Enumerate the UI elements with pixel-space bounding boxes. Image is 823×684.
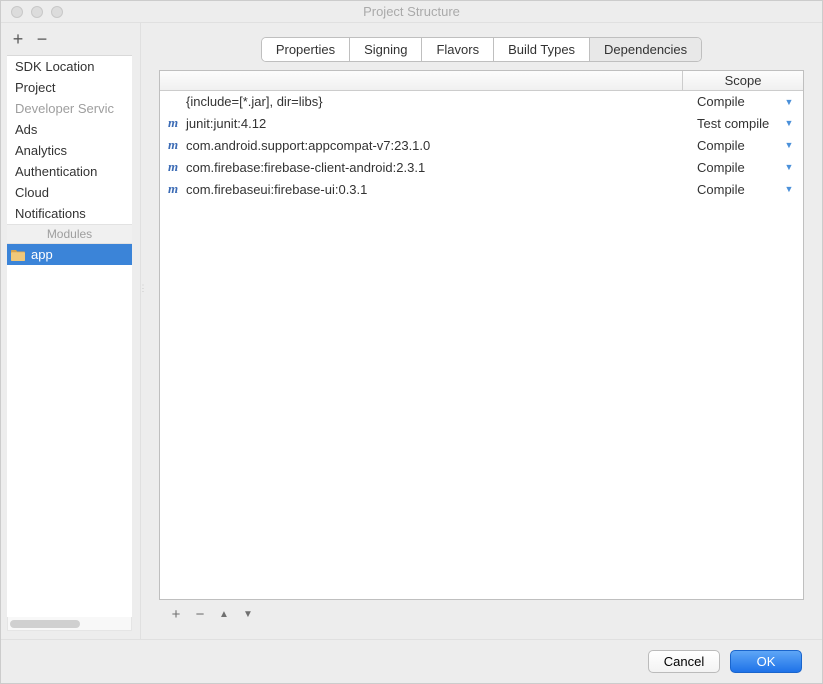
scope-dropdown-icon[interactable]: ▼: [781, 184, 797, 194]
splitter-grip[interactable]: ⋮: [140, 283, 146, 294]
maven-icon: m: [166, 137, 180, 153]
cancel-button[interactable]: Cancel: [648, 650, 720, 673]
sidebar-item-cloud[interactable]: Cloud: [7, 182, 132, 203]
scope-dropdown-icon[interactable]: ▼: [781, 162, 797, 172]
dependency-text: junit:junit:4.12: [186, 116, 266, 131]
table-row[interactable]: m com.android.support:appcompat-v7:23.1.…: [160, 134, 803, 156]
window-title: Project Structure: [1, 4, 822, 19]
scope-dropdown-icon[interactable]: ▼: [781, 140, 797, 150]
content-area: Properties Signing Flavors Build Types D…: [141, 23, 822, 639]
maven-icon: m: [166, 115, 180, 131]
dependencies-table: Scope {include=[*.jar], dir=libs} Compil…: [159, 70, 804, 600]
table-row[interactable]: m com.firebaseui:firebase-ui:0.3.1 Compi…: [160, 178, 803, 200]
move-up-button[interactable]: ▲: [217, 609, 231, 620]
th-scope[interactable]: Scope: [683, 71, 803, 90]
scope-dropdown-icon[interactable]: ▼: [781, 97, 797, 107]
scrollbar-thumb[interactable]: [10, 620, 80, 628]
project-structure-window: Project Structure + − SDK Location Proje…: [0, 0, 823, 684]
dependency-text: com.firebaseui:firebase-ui:0.3.1: [186, 182, 367, 197]
ok-button[interactable]: OK: [730, 650, 802, 673]
table-row[interactable]: m com.firebase:firebase-client-android:2…: [160, 156, 803, 178]
sidebar-toolbar: + −: [1, 23, 140, 55]
folder-icon: [11, 249, 25, 260]
sidebar-item-label: app: [31, 247, 53, 262]
deps-footer-toolbar: + − ▲ ▼: [159, 600, 804, 625]
remove-dep-button[interactable]: −: [193, 606, 207, 623]
dependency-text: {include=[*.jar], dir=libs}: [186, 94, 323, 109]
add-dep-button[interactable]: +: [169, 606, 183, 623]
tab-properties[interactable]: Properties: [262, 38, 350, 61]
maven-icon: m: [166, 181, 180, 197]
dependency-scope: Compile: [693, 138, 781, 153]
tab-build-types[interactable]: Build Types: [494, 38, 590, 61]
table-body: {include=[*.jar], dir=libs} Compile ▼ m …: [160, 91, 803, 599]
dialog-button-bar: Cancel OK: [1, 639, 822, 683]
table-row[interactable]: {include=[*.jar], dir=libs} Compile ▼: [160, 91, 803, 112]
sidebar-item-analytics[interactable]: Analytics: [7, 140, 132, 161]
tab-bar: Properties Signing Flavors Build Types D…: [159, 37, 804, 62]
maven-icon: m: [166, 159, 180, 175]
tab-signing[interactable]: Signing: [350, 38, 422, 61]
sidebar-item-sdk-location[interactable]: SDK Location: [7, 56, 132, 77]
titlebar: Project Structure: [1, 1, 822, 23]
dependency-scope: Compile: [693, 182, 781, 197]
sidebar-item-notifications[interactable]: Notifications: [7, 203, 132, 224]
dependency-text: com.firebase:firebase-client-android:2.3…: [186, 160, 425, 175]
sidebar-list: SDK Location Project Developer Servic Ad…: [7, 55, 132, 618]
tab-group: Properties Signing Flavors Build Types D…: [261, 37, 702, 62]
scope-dropdown-icon[interactable]: ▼: [781, 118, 797, 128]
tab-dependencies[interactable]: Dependencies: [590, 38, 701, 61]
table-row[interactable]: m junit:junit:4.12 Test compile ▼: [160, 112, 803, 134]
sidebar-item-project[interactable]: Project: [7, 77, 132, 98]
sidebar-heading-modules: Modules: [7, 224, 132, 244]
table-header: Scope: [160, 71, 803, 91]
sidebar-heading-developer-services: Developer Servic: [7, 98, 132, 119]
th-dependency[interactable]: [160, 71, 683, 90]
main-body: + − SDK Location Project Developer Servi…: [1, 23, 822, 639]
sidebar: + − SDK Location Project Developer Servi…: [1, 23, 141, 639]
dependency-scope: Compile: [693, 94, 781, 109]
dependency-text: com.android.support:appcompat-v7:23.1.0: [186, 138, 430, 153]
sidebar-horizontal-scrollbar[interactable]: [7, 617, 132, 631]
add-module-button[interactable]: +: [11, 32, 25, 46]
sidebar-item-ads[interactable]: Ads: [7, 119, 132, 140]
tab-flavors[interactable]: Flavors: [422, 38, 494, 61]
move-down-button[interactable]: ▼: [241, 609, 255, 620]
dependency-scope: Test compile: [693, 116, 781, 131]
dependency-scope: Compile: [693, 160, 781, 175]
sidebar-item-app[interactable]: app: [7, 244, 132, 265]
remove-module-button[interactable]: −: [35, 32, 49, 46]
sidebar-item-authentication[interactable]: Authentication: [7, 161, 132, 182]
